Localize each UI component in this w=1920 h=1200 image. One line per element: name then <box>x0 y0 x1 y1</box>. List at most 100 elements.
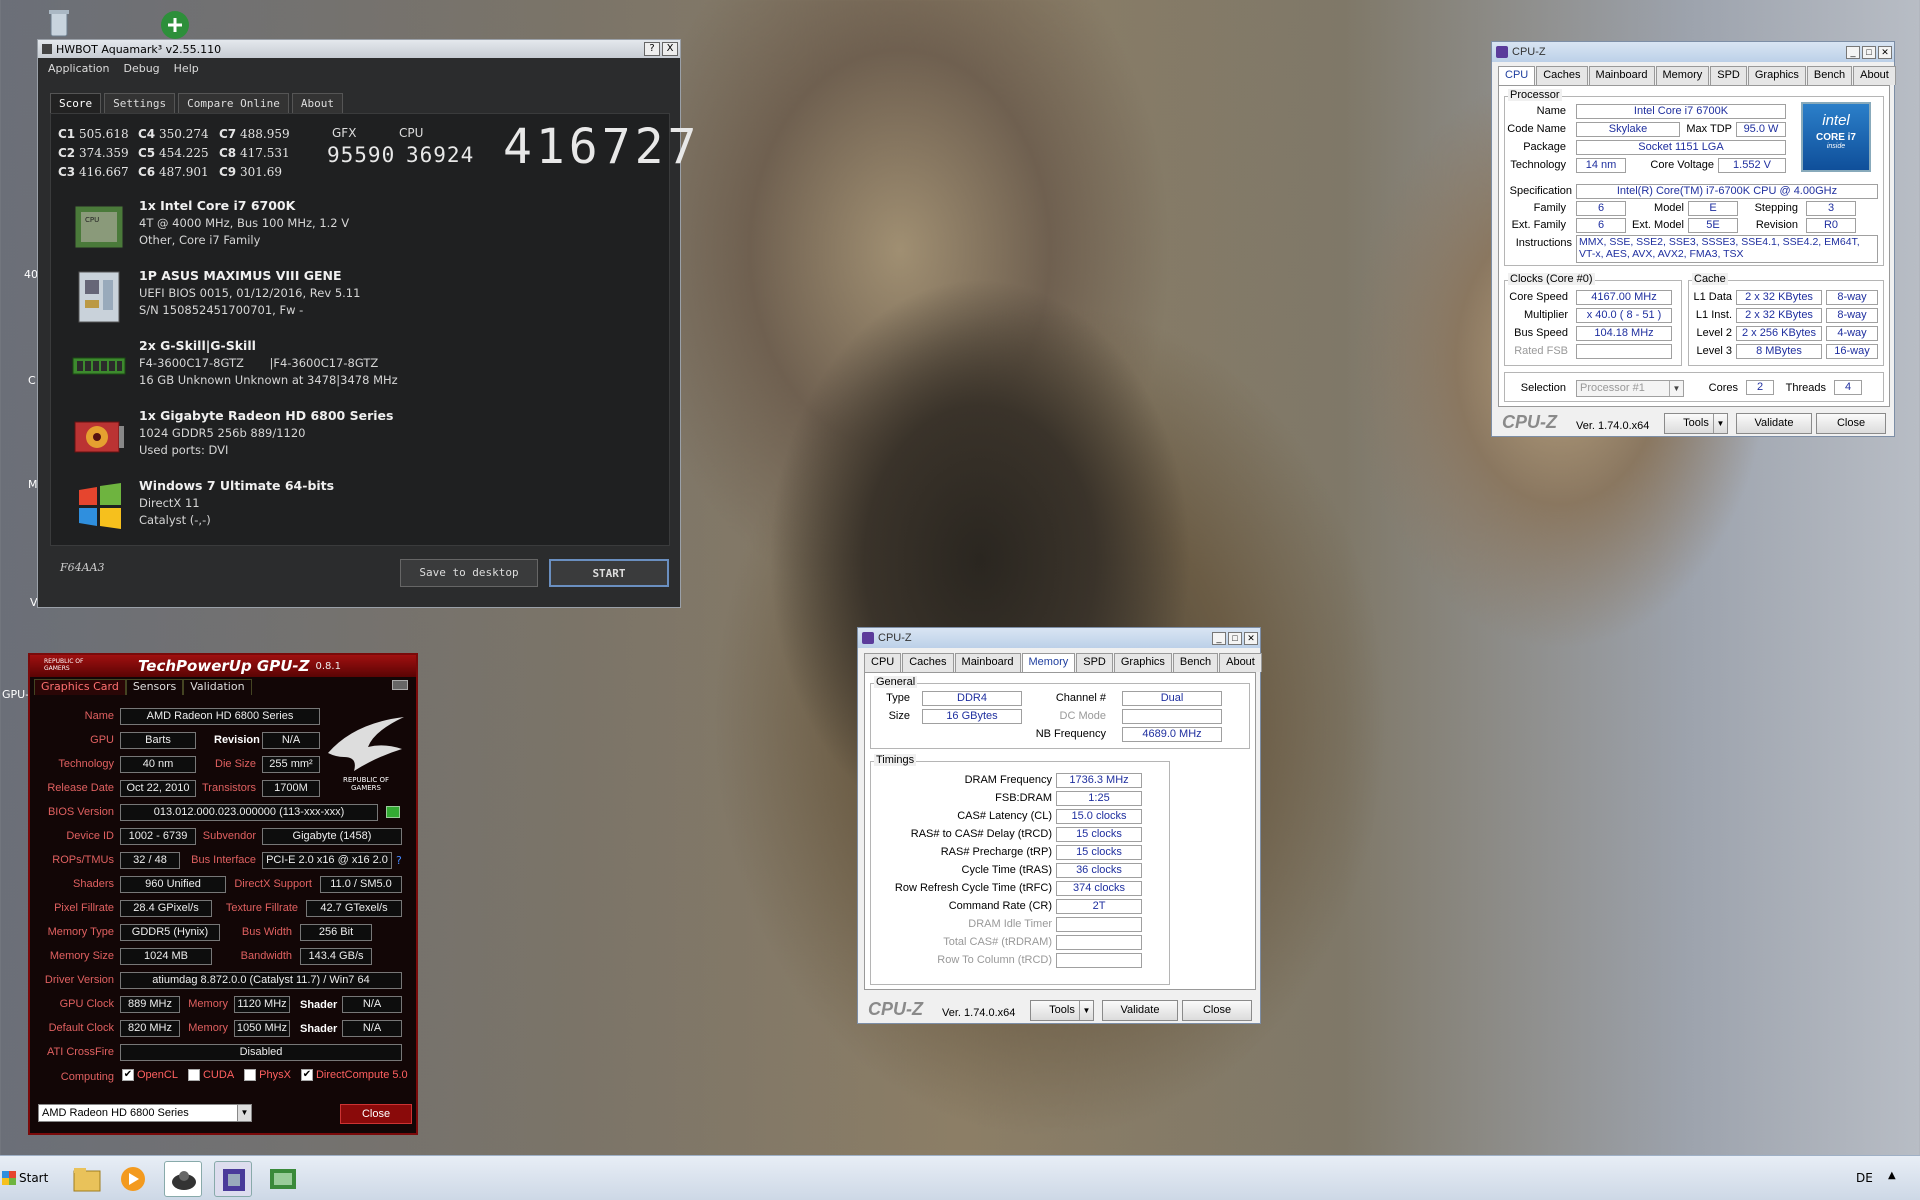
tab-about[interactable]: About <box>1219 653 1262 672</box>
cpuz-titlebar[interactable]: CPU-Z _ □ ✕ <box>1492 42 1894 62</box>
pixel-fillrate-value: 28.4 GPixel/s <box>120 900 212 917</box>
screenshot-icon[interactable] <box>392 680 408 690</box>
tab-graphics[interactable]: Graphics <box>1113 653 1172 672</box>
opencl-checkbox[interactable]: ✔ OpenCL <box>122 1069 178 1082</box>
tab-mainboard[interactable]: Mainboard <box>954 653 1021 672</box>
bus-interface-label: Bus Interface <box>191 854 256 866</box>
close-button[interactable]: ✕ <box>1878 45 1892 59</box>
close-button[interactable]: ✕ <box>1244 631 1258 645</box>
gpuz-window: REPUBLIC OF GAMERS TechPowerUp GPU-Z 0.8… <box>28 653 418 1135</box>
gpuz-titlebar[interactable]: REPUBLIC OF GAMERS TechPowerUp GPU-Z 0.8… <box>30 655 416 677</box>
tab-graphics[interactable]: Graphics <box>1747 66 1806 85</box>
tab-caches[interactable]: Caches <box>902 653 954 672</box>
tab-sensors[interactable]: Sensors <box>125 679 184 695</box>
validate-button[interactable]: Validate <box>1736 413 1812 434</box>
start-button[interactable]: Start <box>2 1164 52 1192</box>
cpu-info-row: CPU 1x Intel Core i7 6700K 4T @ 4000 MHz… <box>71 198 349 254</box>
maximize-button[interactable]: □ <box>1228 631 1242 645</box>
start-button[interactable]: START <box>549 559 669 587</box>
checkbox-icon <box>244 1069 257 1082</box>
level2-value: 2 x 256 KBytes <box>1736 326 1822 341</box>
menu-help[interactable]: Help <box>174 62 199 75</box>
nb-frequency-label: NB Frequency <box>1035 728 1106 740</box>
tab-cpu[interactable]: CPU <box>1498 66 1536 85</box>
shaders-value: 960 Unified <box>120 876 226 893</box>
language-indicator[interactable]: DE <box>1856 1171 1873 1185</box>
tab-score[interactable]: Score <box>50 93 102 113</box>
physx-checkbox[interactable]: PhysX <box>244 1069 291 1082</box>
timing-label: FSB:DRAM <box>995 792 1052 804</box>
tools-button[interactable]: Tools ▼ <box>1030 1000 1094 1021</box>
tab-memory[interactable]: Memory <box>1655 66 1710 85</box>
chevron-up-icon[interactable]: ▲ <box>1888 1170 1896 1181</box>
tab-about[interactable]: About <box>291 93 343 113</box>
recycle-bin-icon[interactable] <box>42 6 76 40</box>
help-icon[interactable]: ? <box>396 854 402 867</box>
bus-speed-value: 104.18 MHz <box>1576 326 1672 341</box>
core-speed-label: Core Speed <box>1509 291 1568 303</box>
close-button[interactable]: Close <box>340 1104 412 1124</box>
close-button[interactable]: Close <box>1182 1000 1252 1021</box>
close-button[interactable]: X <box>662 42 678 56</box>
close-button[interactable]: Close <box>1816 413 1886 434</box>
cores-value: 2 <box>1746 380 1774 395</box>
explorer-folder-icon[interactable] <box>68 1161 106 1197</box>
menu-debug[interactable]: Debug <box>123 62 159 75</box>
validate-button[interactable]: Validate <box>1102 1000 1178 1021</box>
cpuz-titlebar[interactable]: CPU-Z _ □ ✕ <box>858 628 1260 648</box>
tools-button[interactable]: Tools ▼ <box>1664 413 1728 434</box>
tab-validation[interactable]: Validation <box>183 679 252 695</box>
minimize-button[interactable]: _ <box>1212 631 1226 645</box>
tab-settings[interactable]: Settings <box>104 93 176 113</box>
chart-score-c1: C1 505.618 <box>58 127 129 141</box>
cpuz-logo: CPU-Z <box>1502 412 1557 432</box>
processor-select-value: Processor #1 <box>1580 382 1645 394</box>
rated-fsb-label: Rated FSB <box>1514 345 1568 357</box>
tab-bench[interactable]: Bench <box>1806 66 1853 85</box>
tab-mainboard[interactable]: Mainboard <box>1588 66 1655 85</box>
chevron-down-icon[interactable]: ▼ <box>237 1105 251 1121</box>
tab-memory[interactable]: Memory <box>1021 653 1076 672</box>
cpuz-memory-window: CPU-Z _ □ ✕ CPU Caches Mainboard Memory … <box>857 627 1262 1024</box>
cpuz-tabs: CPU Caches Mainboard Memory SPD Graphics… <box>1498 66 1897 85</box>
cuda-checkbox[interactable]: CUDA <box>187 1069 234 1082</box>
window-title: TechPowerUp GPU-Z <box>138 657 310 675</box>
directcompute-checkbox[interactable]: ✔ DirectCompute 5.0 <box>300 1069 408 1082</box>
tab-about[interactable]: About <box>1853 66 1896 85</box>
tab-bench[interactable]: Bench <box>1172 653 1219 672</box>
chart-score-c5: C5 454.225 <box>138 146 209 160</box>
subvendor-label: Subvendor <box>202 830 256 842</box>
card-select[interactable]: AMD Radeon HD 6800 Series ▼ <box>38 1104 252 1122</box>
motherboard-info-line1: 1P ASUS MAXIMUS VIII GENE <box>139 268 342 283</box>
memory-size-label: Memory Size <box>49 950 114 962</box>
tab-cpu[interactable]: CPU <box>864 653 902 672</box>
chevron-down-icon[interactable]: ▼ <box>1079 1001 1093 1020</box>
family-label: Family <box>1533 202 1566 214</box>
processor-select[interactable]: Processor #1 ▼ <box>1576 380 1684 397</box>
gpuz-app-icon[interactable] <box>264 1161 302 1197</box>
menu-application[interactable]: Application <box>48 62 109 75</box>
media-player-icon[interactable] <box>114 1161 152 1197</box>
desktop-app-icon[interactable] <box>158 8 192 42</box>
tab-graphics-card[interactable]: Graphics Card <box>34 679 126 695</box>
ext-model-label: Ext. Model <box>1632 219 1684 231</box>
maximize-button[interactable]: □ <box>1862 45 1876 59</box>
help-button[interactable]: ? <box>644 42 660 56</box>
aquamark-titlebar[interactable]: HWBOT Aquamark³ v2.55.110 ? X <box>38 40 680 58</box>
bios-chip-icon[interactable] <box>386 806 400 818</box>
gfx-score: 95590 <box>327 143 396 167</box>
tab-spd[interactable]: SPD <box>1076 653 1113 672</box>
chart-score-c9: C9 301.69 <box>219 165 282 179</box>
save-to-desktop-button[interactable]: Save to desktop <box>400 559 538 587</box>
tab-spd[interactable]: SPD <box>1710 66 1747 85</box>
chevron-down-icon[interactable]: ▼ <box>1669 381 1683 396</box>
aquamark-app-icon[interactable] <box>164 1161 202 1197</box>
minimize-button[interactable]: _ <box>1846 45 1860 59</box>
cpuz-app-icon[interactable] <box>214 1161 252 1197</box>
bus-interface-value: PCI-E 2.0 x16 @ x16 2.0 <box>262 852 392 869</box>
tab-compare-online[interactable]: Compare Online <box>178 93 289 113</box>
tab-caches[interactable]: Caches <box>1536 66 1588 85</box>
core-voltage-value: 1.552 V <box>1718 158 1786 173</box>
bus-speed-label: Bus Speed <box>1514 327 1568 339</box>
chevron-down-icon[interactable]: ▼ <box>1713 414 1727 433</box>
